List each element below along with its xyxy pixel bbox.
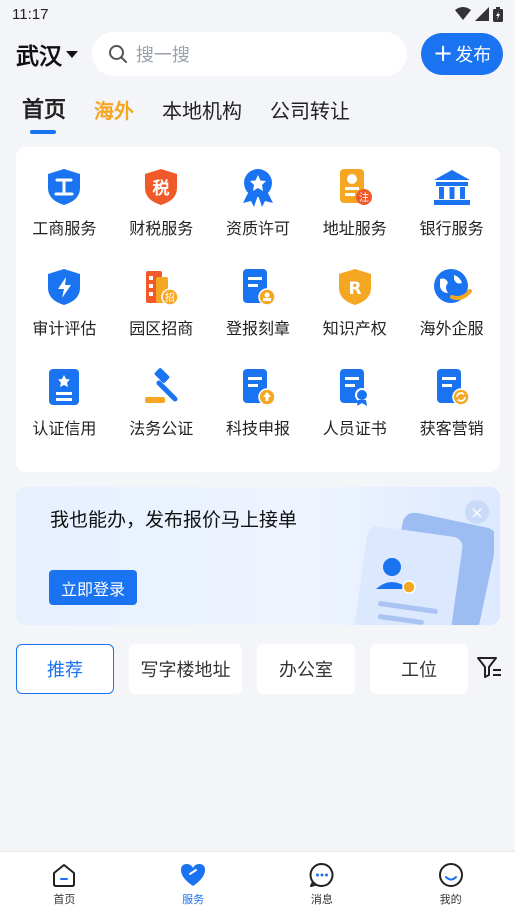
profile-icon (438, 862, 463, 887)
upload-doc-icon (238, 367, 278, 407)
heart-icon (181, 863, 206, 886)
bottom-nav: 首页 服务 消息 我的 (0, 851, 515, 916)
publish-button[interactable]: + 发布 (421, 33, 503, 75)
banner-title: 我也能办，发布报价马上接单 (50, 509, 298, 531)
chip-office[interactable]: 办公室 (257, 644, 355, 694)
message-icon (309, 862, 334, 887)
close-icon[interactable]: × (465, 500, 489, 524)
award-icon (238, 167, 278, 207)
document-illustration-icon (334, 512, 497, 625)
service-label: 认证信用 (32, 419, 97, 438)
filter-chips: 推荐 写字楼地址 办公室 工位 (16, 643, 515, 695)
header: 武汉 搜一搜 + 发布 (0, 28, 515, 80)
nav-label: 首页 (53, 892, 76, 906)
service-label: 工商服务 (32, 219, 97, 238)
tab-overseas[interactable]: 海外 (94, 95, 134, 138)
publish-label: 发布 (455, 45, 492, 66)
chip-office-building-address[interactable]: 写字楼地址 (129, 644, 242, 694)
svg-text:R: R (348, 279, 361, 299)
service-grid: 工商服务 税 财税服务 资质许可 注 地址服务 银行服务 审计评估 招 园区招商 (16, 147, 500, 472)
service-tax[interactable]: 税 财税服务 (113, 167, 210, 267)
chip-recommended[interactable]: 推荐 (16, 644, 114, 694)
tab-local-agencies[interactable]: 本地机构 (162, 95, 242, 138)
service-label: 银行服务 (419, 219, 484, 238)
home-icon (53, 863, 76, 887)
service-label: 获客营销 (419, 419, 484, 438)
city-label: 武汉 (16, 44, 62, 70)
service-label: 园区招商 (129, 319, 194, 338)
service-personnel[interactable]: 人员证书 (306, 367, 403, 467)
globe-icon (432, 267, 472, 307)
service-overseas[interactable]: 海外企服 (403, 267, 500, 367)
tax-icon: 税 (141, 167, 181, 207)
service-label: 知识产权 (322, 319, 387, 338)
service-gongshang[interactable]: 工商服务 (16, 167, 113, 267)
status-time: 11:17 (12, 5, 49, 23)
service-marketing[interactable]: 获客营销 (403, 367, 500, 467)
service-label: 科技申报 (225, 419, 290, 438)
stamp-doc-icon (238, 267, 278, 307)
gongshang-icon (44, 167, 84, 207)
search-placeholder: 搜一搜 (135, 45, 190, 66)
tab-company-transfer[interactable]: 公司转让 (270, 95, 350, 138)
service-stamp[interactable]: 登报刻章 (210, 267, 307, 367)
service-legal[interactable]: 法务公证 (113, 367, 210, 467)
nav-messages[interactable]: 消息 (282, 862, 362, 907)
search-icon (108, 45, 127, 63)
service-ip[interactable]: R 知识产权 (306, 267, 403, 367)
tab-home[interactable]: 首页 (22, 92, 66, 138)
service-certification[interactable]: 认证信用 (16, 367, 113, 467)
trademark-shield-icon: R (335, 267, 375, 307)
caret-down-icon (66, 50, 78, 58)
service-tech[interactable]: 科技申报 (210, 367, 307, 467)
service-bank[interactable]: 银行服务 (403, 167, 500, 267)
nav-services[interactable]: 服务 (153, 862, 233, 907)
login-button[interactable]: 立即登录 (49, 570, 137, 605)
gavel-icon (141, 367, 181, 407)
nav-label: 服务 (182, 892, 205, 906)
service-qualification[interactable]: 资质许可 (210, 167, 307, 267)
service-address[interactable]: 注 地址服务 (306, 167, 403, 267)
svg-text:税: 税 (153, 178, 170, 199)
service-audit[interactable]: 审计评估 (16, 267, 113, 367)
nav-label: 消息 (310, 892, 333, 906)
nav-profile[interactable]: 我的 (411, 862, 491, 907)
service-label: 法务公证 (129, 419, 194, 438)
nav-label: 我的 (439, 892, 462, 906)
service-label: 财税服务 (129, 219, 194, 238)
service-label: 地址服务 (322, 219, 387, 238)
service-label: 审计评估 (32, 319, 97, 338)
service-label: 海外企服 (419, 319, 484, 338)
refresh-doc-icon (432, 367, 472, 407)
wifi-icon (455, 7, 471, 20)
search-input[interactable]: 搜一搜 (91, 32, 408, 76)
audit-shield-icon (44, 267, 84, 307)
chip-workstation[interactable]: 工位 (370, 644, 468, 694)
svg-text:注: 注 (359, 191, 369, 204)
svg-text:招: 招 (165, 291, 175, 304)
plus-icon: + (433, 38, 454, 67)
nav-home[interactable]: 首页 (24, 862, 104, 907)
battery-icon (493, 6, 503, 22)
service-label: 登报刻章 (225, 319, 290, 338)
top-tabs: 首页 海外 本地机构 公司转让 (0, 86, 515, 138)
certification-icon (44, 367, 84, 407)
service-label: 人员证书 (322, 419, 387, 438)
service-park[interactable]: 招 园区招商 (113, 267, 210, 367)
filter-icon[interactable] (476, 655, 502, 679)
badge-doc-icon (335, 367, 375, 407)
service-label: 资质许可 (225, 219, 290, 238)
signal-icon (475, 7, 489, 21)
bank-icon (432, 167, 472, 207)
promo-banner[interactable]: 我也能办，发布报价马上接单 立即登录 × (16, 487, 500, 625)
status-bar: 11:17 (0, 0, 515, 28)
city-selector[interactable]: 武汉 (16, 37, 92, 71)
park-building-icon: 招 (141, 267, 181, 307)
address-icon: 注 (335, 167, 375, 207)
